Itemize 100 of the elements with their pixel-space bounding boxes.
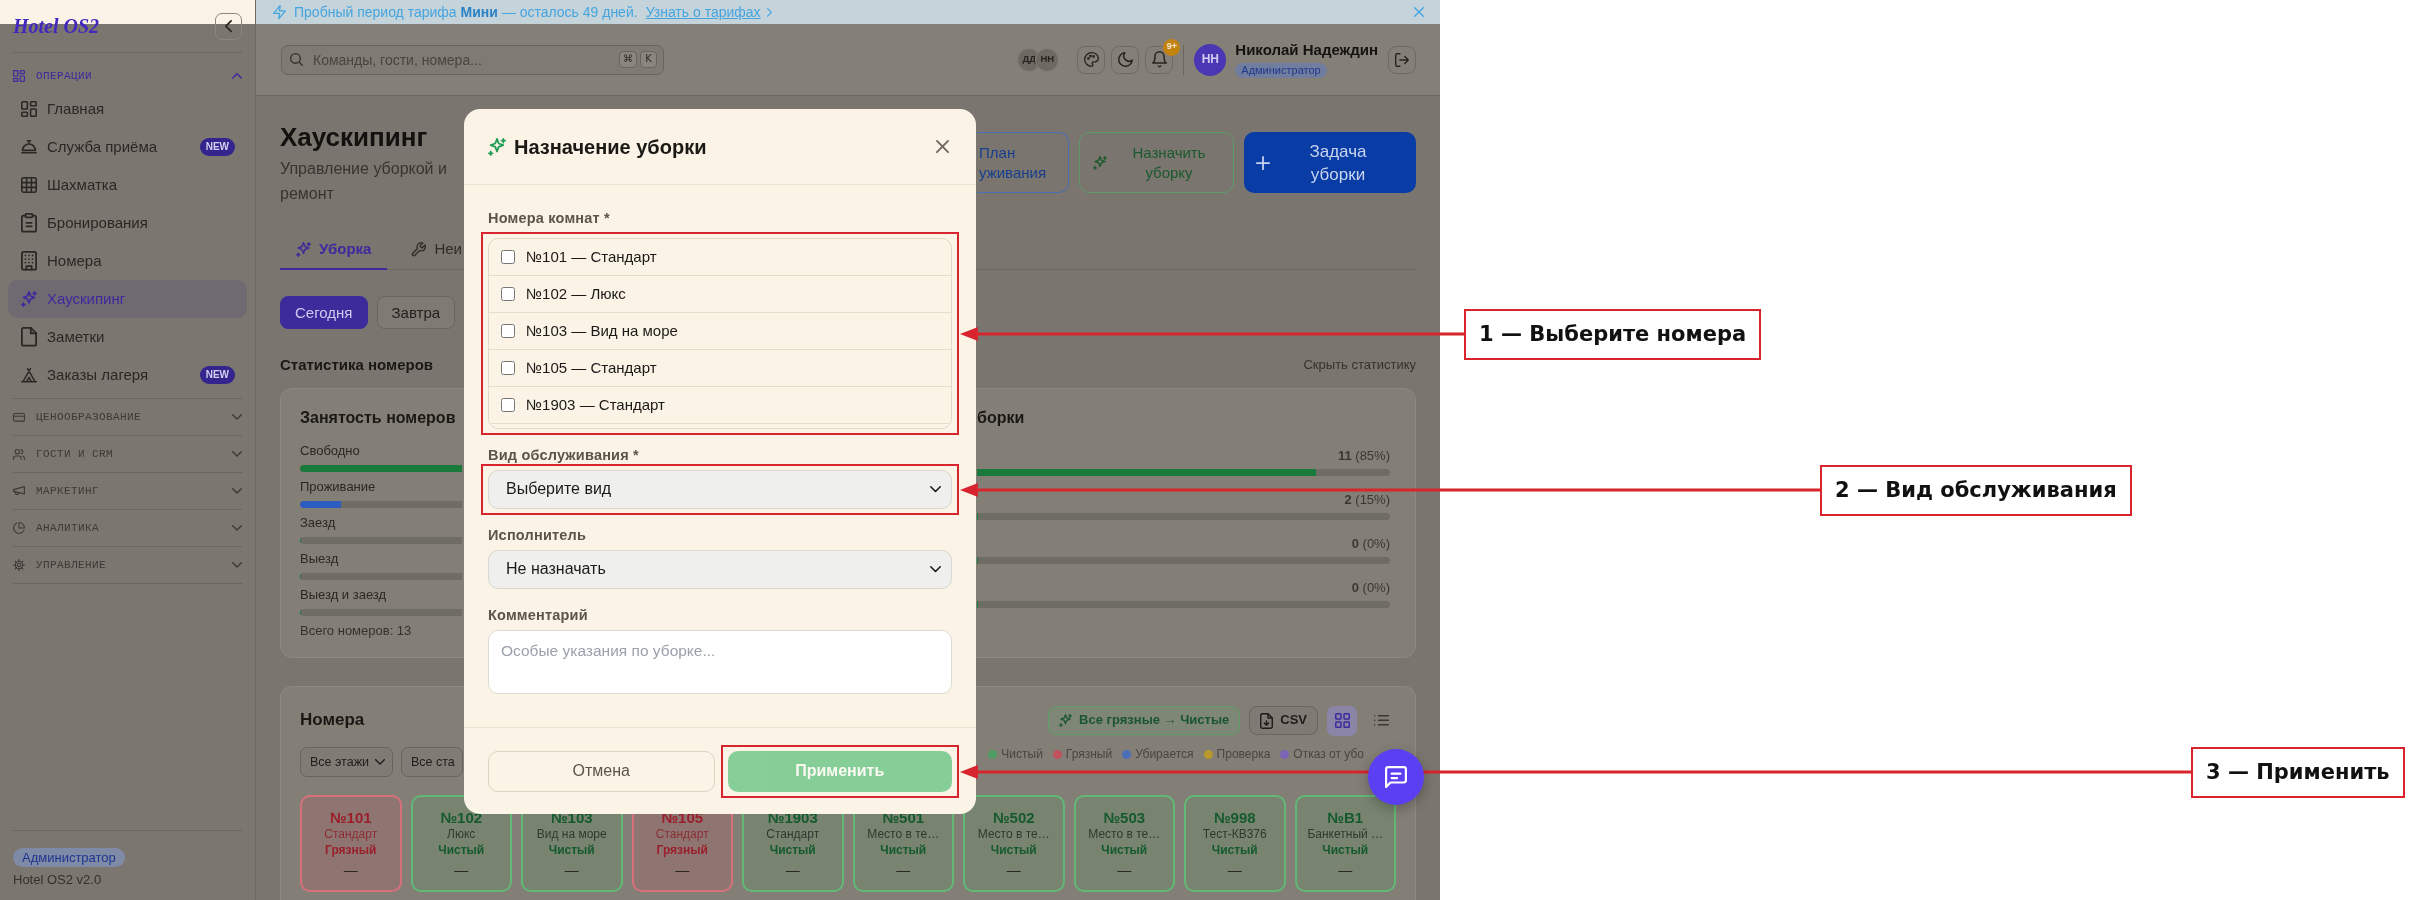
room-option-label[interactable]: №101 — Стандарт [526,247,657,267]
building-icon [21,251,37,271]
clipboard-icon [21,213,37,233]
room-note: — [564,861,579,880]
room-tile[interactable]: №102 Люкс Чистый — [410,795,512,892]
section-toggle[interactable]: ГОСТИ И CRM [13,436,242,472]
chevron-down-icon [930,566,941,573]
room-number: №102 [440,810,483,826]
close-button[interactable] [936,140,949,153]
cancel-button[interactable]: Отмена [488,751,715,792]
nav-item[interactable]: Бронирования [8,204,247,242]
checkbox[interactable] [501,250,515,264]
action-button[interactable]: План уживания [977,132,1069,193]
room-tile[interactable]: №101 Стандарт Грязный — [300,795,402,892]
assignee-select[interactable]: Не назначать [488,550,952,589]
room-tile[interactable]: №998 Тест-КВ376 Чистый — [1184,795,1286,892]
page-subtitle: Управление уборкой и ремонт [280,159,448,204]
file-download-icon [1260,712,1274,729]
sparkle-icon [296,241,311,257]
section-toggle[interactable]: ОПЕРАЦИИ [13,66,242,86]
filter-dropdown[interactable]: Все ста [401,747,463,777]
legend-label: Отказ от убо [1293,747,1364,761]
room-option-label[interactable]: №103 — Вид на море [526,321,678,341]
section-toggle[interactable]: МАРКЕТИНГ [13,473,242,509]
room-note: — [454,861,469,880]
action-button[interactable]: Задача уборки [1244,132,1416,193]
section-toggle[interactable]: ЦЕНООБРАЗОВАНИЕ [13,399,242,435]
logout-icon [1395,52,1409,67]
nav-item[interactable]: Служба приёма NEW [8,128,247,166]
toolbar-button[interactable]: CSV [1249,706,1318,735]
field-label: Номера комнат * [488,209,610,227]
room-tile[interactable]: №502 Место в те… Чистый — [963,795,1065,892]
grid-icon [13,70,25,82]
nav-item[interactable]: Номера [8,242,247,280]
people-icon [13,448,25,460]
theme-button[interactable] [1077,45,1106,74]
stat-label: Выезд [300,551,339,567]
room-note: — [675,861,690,880]
moon-icon [1117,52,1133,67]
room-option-label[interactable]: №1903 — Стандарт [526,395,665,415]
field-label: Вид обслуживания * [488,446,639,464]
service-select[interactable]: Выберите вид [488,470,952,509]
checkbox[interactable] [501,398,515,412]
day-filter-button[interactable]: Завтра [376,296,456,329]
room-type: Стандарт [766,826,820,842]
comment-field[interactable]: Особые указания по уборке... [488,630,952,694]
room-status: Чистый [769,842,816,858]
role-badge: Администратор [1235,62,1327,78]
list-icon [1373,715,1389,726]
stat-value: 0 (0%) [1351,580,1390,596]
room-option-label[interactable]: №105 — Стандарт [526,358,657,378]
room-type: Стандарт [324,826,378,842]
legend-label: Убирается [1135,747,1194,761]
room-number: №998 [1213,810,1256,826]
dark-mode-button[interactable] [1111,45,1140,74]
room-type: Вид на море [536,826,607,842]
room-type: Тест-КВ376 [1202,826,1267,842]
grid-icon [1334,713,1350,728]
user-name: Николай Надеждин [1235,40,1378,59]
notification-badge: 9+ [1163,38,1181,56]
tab[interactable]: Неи [395,230,462,270]
toolbar-button[interactable]: Все грязные → Чистые [1048,706,1241,735]
tab[interactable]: Уборка [280,230,388,270]
room-tile[interactable]: №503 Место в те… Чистый — [1073,795,1175,892]
checkbox[interactable] [501,287,515,301]
collapse-sidebar-button[interactable] [215,12,242,40]
lightning-icon [273,4,286,20]
version-label: Hotel OS2 v2.0 [13,872,102,888]
new-badge: NEW [199,138,235,156]
credit-card-icon [13,412,25,422]
total-label: Всего номеров: 13 [300,623,412,639]
room-tile[interactable]: №В1 Банкетный … Чистый — [1294,795,1396,892]
section-toggle[interactable]: УПРАВЛЕНИЕ [13,547,242,583]
nav-item[interactable]: Шахматка [8,166,247,204]
room-status: Чистый [438,842,485,858]
checkbox[interactable] [501,361,515,375]
stat-value: 0 (0%) [1351,536,1390,552]
day-filter-button[interactable]: Сегодня [280,296,368,329]
room-number: №503 [1103,810,1146,826]
chevron-left-icon [225,19,232,33]
section-toggle[interactable]: АНАЛИТИКА [13,510,242,546]
room-note: — [1117,861,1132,880]
legend-label: Чистый [1001,747,1043,761]
checkbox[interactable] [501,324,515,338]
hide-stats-link[interactable]: Скрыть статистику [1303,356,1416,374]
filter-dropdown[interactable]: Все этажи [300,747,393,777]
callout-label: 3 — Применить [2191,746,2405,798]
room-type: Место в те… [867,826,940,842]
nav-item[interactable]: Главная [8,90,247,128]
chevron-down-icon [232,451,242,457]
view-toggle[interactable] [1327,705,1357,736]
room-option-label[interactable]: №102 — Люкс [526,284,626,304]
field-label: Исполнитель [488,526,587,544]
room-number: №502 [992,810,1035,826]
nav-item[interactable]: Хаускипинг [8,280,247,318]
sparkle-icon [488,137,506,156]
nav-item[interactable]: Заметки [8,318,247,356]
logout-button[interactable] [1388,45,1416,74]
room-note: — [1338,861,1353,880]
nav-item[interactable]: Заказы лагеря NEW [8,356,247,394]
